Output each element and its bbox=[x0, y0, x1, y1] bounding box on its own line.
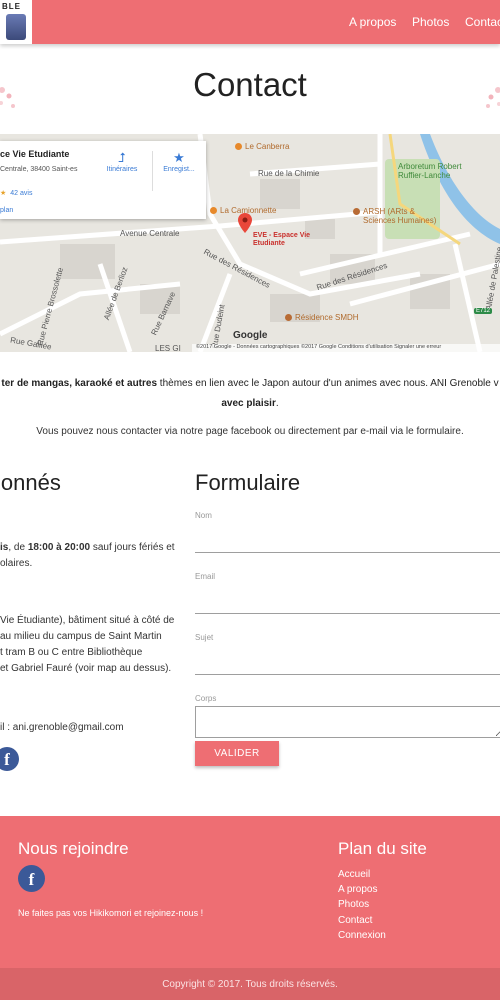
copyright-bar: Copyright © 2017. Tous droits réservés. bbox=[0, 968, 500, 1000]
intro-text-2: . bbox=[275, 398, 279, 409]
body-textarea[interactable] bbox=[195, 706, 500, 738]
facebook-icon[interactable]: f bbox=[18, 865, 45, 892]
name-field[interactable] bbox=[195, 535, 500, 553]
map-label-arboretum: Arboretum Robert Ruffier-Lanche bbox=[398, 162, 462, 180]
sitemap-link-photos[interactable]: Photos bbox=[338, 899, 369, 910]
building-icon bbox=[353, 208, 360, 215]
page-title: Contact bbox=[193, 66, 307, 103]
body-label: Corps bbox=[195, 694, 217, 703]
nav-link-contact[interactable]: Contact bbox=[465, 15, 500, 29]
join-text: Ne faites pas vos Hikikomori et rejoinez… bbox=[18, 908, 204, 918]
contact-instructions: Vous pouvez nous contacter via notre pag… bbox=[36, 426, 464, 437]
location-description: Vie Étudiante), bâtiment situé à côté de… bbox=[0, 615, 175, 674]
email-field[interactable] bbox=[195, 596, 500, 614]
google-logo: Google bbox=[233, 330, 268, 341]
sitemap-link-accueil[interactable]: Accueil bbox=[338, 869, 370, 880]
nav-link-a-propos[interactable]: A propos bbox=[349, 15, 396, 29]
map-pin-icon[interactable] bbox=[238, 213, 252, 233]
infos-heading: lonnés bbox=[0, 470, 61, 495]
subject-field[interactable] bbox=[195, 657, 500, 675]
submit-button[interactable]: VALIDER bbox=[195, 741, 279, 766]
directions-button[interactable]: ⮥ Itinéraires bbox=[98, 150, 146, 173]
join-heading: Nous rejoindre bbox=[18, 839, 129, 858]
top-navbar: BLE A propos Photos Contact bbox=[0, 0, 500, 44]
form-heading: Formulaire bbox=[195, 470, 301, 495]
map-place-card: ce Vie Etudiante Centrale, 38400 Saint-e… bbox=[0, 141, 206, 219]
opening-hours: is, de 18:00 à 20:00 sauf jours fériés e… bbox=[0, 542, 175, 569]
email-label: Email bbox=[195, 572, 216, 581]
place-rating[interactable]: ★ 42 avis bbox=[0, 189, 32, 197]
sitemap-link-connexion[interactable]: Connexion bbox=[338, 930, 386, 941]
poi-residence-smdh[interactable]: Résidence SMDH bbox=[285, 313, 359, 322]
contact-email[interactable]: il : ani.grenoble@gmail.com bbox=[0, 720, 124, 736]
map-label-avenue-centrale: Avenue Centrale bbox=[120, 229, 180, 238]
intro-text-1: thèmes en lien avec le Japon autour d'un… bbox=[157, 378, 499, 389]
logo-text: BLE bbox=[2, 2, 21, 11]
facebook-icon[interactable]: f bbox=[0, 747, 19, 771]
directions-icon: ⮥ bbox=[118, 150, 126, 165]
place-title: ce Vie Etudiante bbox=[0, 149, 70, 159]
sitemap-link-contact[interactable]: Contact bbox=[338, 915, 372, 926]
place-address: Centrale, 38400 Saint-es bbox=[0, 166, 78, 173]
sakura-decoration-right bbox=[486, 87, 500, 108]
map-label-chimie: Rue de la Chimie bbox=[258, 169, 320, 178]
star-icon: ★ bbox=[173, 150, 185, 165]
map-label-eve: EVE - Espace Vie Etudiante bbox=[253, 232, 311, 247]
sitemap-heading: Plan du site bbox=[338, 839, 427, 858]
intro-bold-1: ter de mangas, karaoké et autres bbox=[1, 378, 158, 389]
save-button[interactable]: ★ Enregist... bbox=[155, 150, 203, 173]
site-logo[interactable]: BLE bbox=[0, 0, 32, 44]
poi-arsh[interactable]: ARSH (ARts & Sciences Humaines) bbox=[353, 207, 443, 225]
restaurant-icon bbox=[235, 143, 242, 150]
restaurant-icon bbox=[210, 207, 217, 214]
larger-map-link[interactable]: plan bbox=[0, 207, 13, 214]
intro-bold-2: avec plaisir bbox=[221, 398, 276, 409]
poi-canberra[interactable]: Le Canberra bbox=[235, 142, 289, 151]
building-icon bbox=[285, 314, 292, 321]
subject-label: Sujet bbox=[195, 633, 214, 642]
card-divider bbox=[152, 151, 153, 191]
star-rating-icon: ★ bbox=[0, 190, 7, 197]
sitemap-link-a-propos[interactable]: A propos bbox=[338, 884, 377, 895]
map-label-les: LES GI bbox=[155, 344, 181, 352]
nav-link-photos[interactable]: Photos bbox=[412, 15, 449, 29]
route-badge: E712 bbox=[474, 308, 493, 314]
logo-image bbox=[6, 14, 26, 40]
intro-paragraph: ter de mangas, karaoké et autres thèmes … bbox=[0, 374, 500, 414]
name-label: Nom bbox=[195, 511, 212, 520]
map-attribution: ©2017 Google - Données cartographiques ©… bbox=[192, 344, 500, 352]
